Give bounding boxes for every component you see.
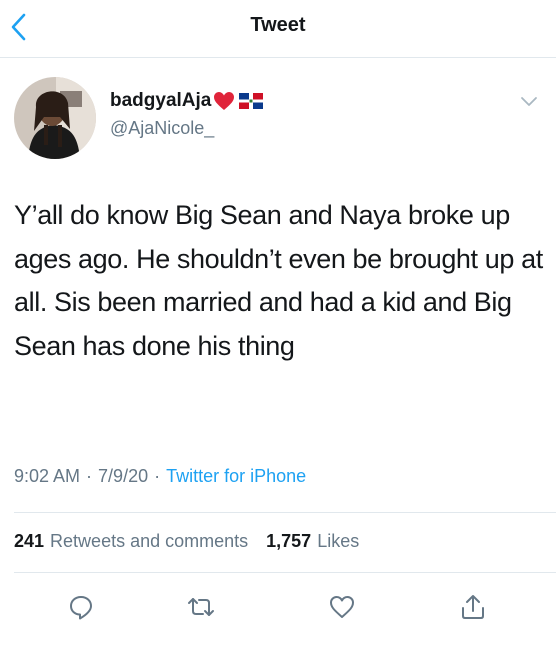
tweet-action-bar (0, 590, 556, 626)
retweets-label[interactable]: Retweets and comments (50, 531, 248, 552)
tweet-meta: 9:02 AM · 7/9/20 · Twitter for iPhone (14, 466, 306, 487)
chevron-down-icon[interactable] (520, 96, 538, 108)
likes-label[interactable]: Likes (317, 531, 359, 552)
flag-emoji-icon (239, 93, 264, 109)
reply-icon (70, 596, 92, 620)
author-handle[interactable]: @AjaNicole_ (110, 118, 214, 139)
tweet-stats: 241 Retweets and comments 1,757 Likes (14, 531, 359, 552)
reply-button[interactable] (64, 590, 98, 624)
meta-separator: · (154, 466, 161, 486)
retweets-count[interactable]: 241 (14, 531, 44, 552)
share-icon (462, 595, 484, 619)
share-button[interactable] (456, 590, 490, 624)
meta-separator: · (86, 466, 93, 486)
like-button[interactable] (325, 590, 359, 624)
retweet-icon (188, 598, 214, 616)
likes-count[interactable]: 1,757 (266, 531, 311, 552)
tweet-text: Y’all do know Big Sean and Naya broke up… (14, 200, 543, 361)
tweet-source-link[interactable]: Twitter for iPhone (166, 466, 306, 487)
tweet-detail-screen: Tweet badgyalAja @AjaNicole_ Y’all do kn… (0, 0, 556, 650)
divider (14, 572, 556, 573)
tweet-time: 9:02 AM (14, 466, 81, 486)
retweet-button[interactable] (184, 590, 218, 624)
avatar[interactable] (14, 77, 96, 159)
like-icon (330, 596, 354, 618)
tweet-date: 7/9/20 (98, 466, 149, 486)
author-name: badgyalAja (110, 90, 212, 111)
heart-emoji-icon (214, 92, 235, 110)
page-title: Tweet (250, 14, 306, 36)
divider (14, 512, 556, 513)
author-name-row[interactable]: badgyalAja (110, 90, 264, 112)
top-nav-bar: Tweet (0, 0, 556, 58)
